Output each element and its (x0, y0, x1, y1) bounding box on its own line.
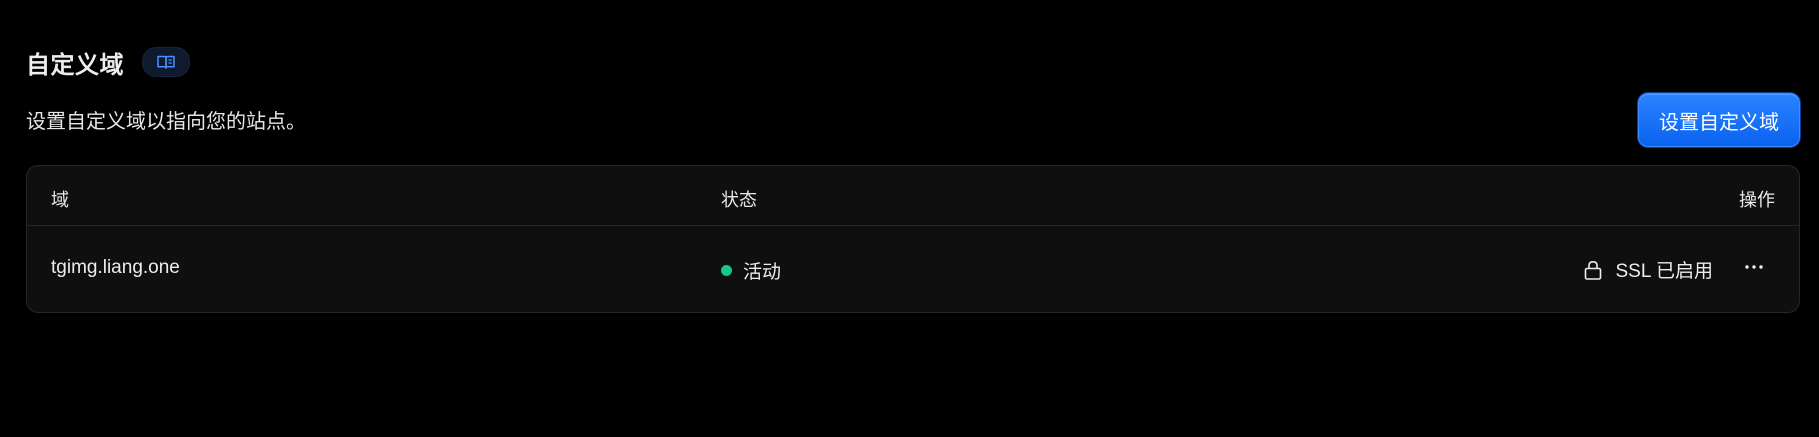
page-subtitle: 设置自定义域以指向您的站点。 (26, 111, 306, 133)
custom-domains-section: 自定义域 设置自定义域以指向您的站点。 设置自定义域 域 状态 操作 tgimg… (26, 44, 1800, 313)
table-header: 域 状态 操作 (27, 166, 1799, 226)
row-actions-button[interactable] (1739, 252, 1769, 282)
column-header-actions: 操作 (1739, 190, 1775, 210)
ssl-status: SSL 已启用 (1582, 256, 1714, 283)
lock-icon (1584, 260, 1601, 280)
more-horizontal-icon (1745, 265, 1763, 269)
section-header: 自定义域 (26, 44, 1800, 80)
setup-custom-domain-button[interactable]: 设置自定义域 (1638, 93, 1800, 147)
status-active-dot-icon (721, 265, 732, 276)
book-open-icon (157, 55, 175, 69)
status-label: 活动 (743, 262, 782, 283)
table-row: tgimg.liang.one 活动 SSL 已启用 (27, 226, 1799, 312)
domains-table: 域 状态 操作 tgimg.liang.one 活动 SSL 已启用 (26, 165, 1800, 313)
docs-link[interactable] (142, 47, 190, 77)
page-title: 自定义域 (26, 51, 124, 79)
status-badge: 活动 (721, 257, 781, 284)
domain-name[interactable]: tgimg.liang.one (51, 257, 180, 279)
column-header-status: 状态 (721, 190, 757, 210)
ssl-label: SSL 已启用 (1615, 261, 1714, 282)
subtitle-row: 设置自定义域以指向您的站点。 设置自定义域 (26, 93, 1800, 149)
column-header-domain: 域 (51, 190, 69, 210)
